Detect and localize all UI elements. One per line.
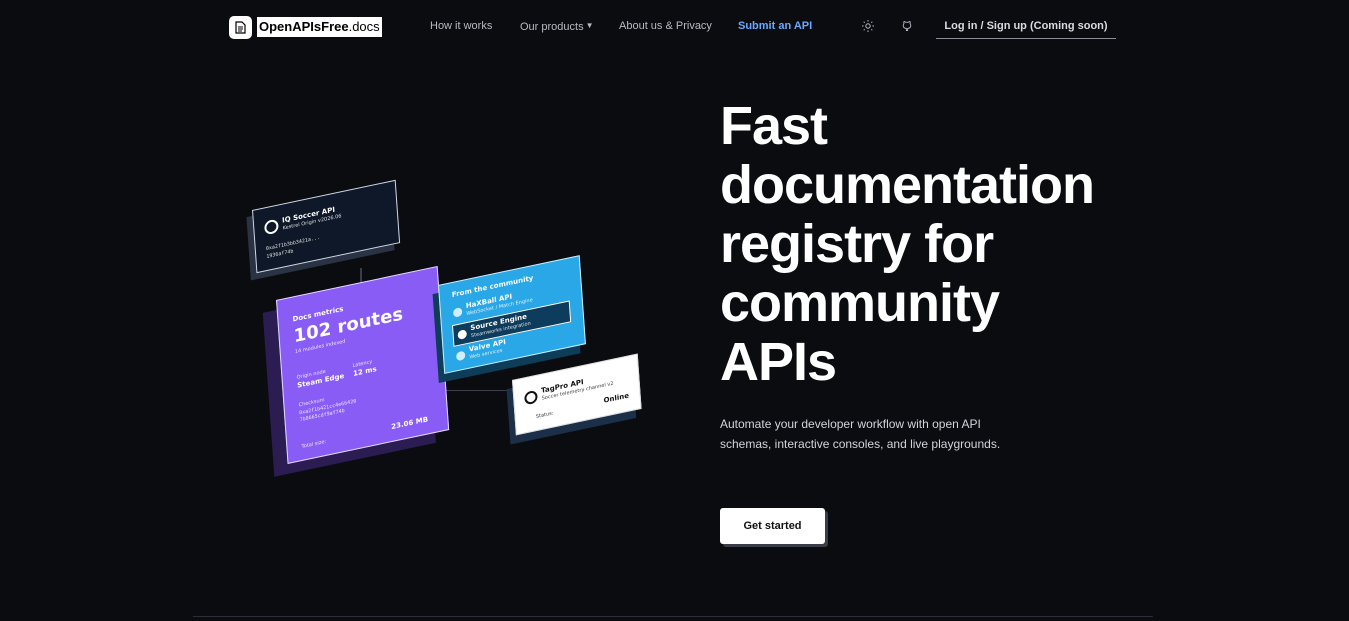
item-dot-icon bbox=[457, 328, 468, 340]
headline-line: documentation bbox=[720, 155, 1095, 215]
item-dot-icon bbox=[455, 350, 466, 361]
github-icon[interactable] bbox=[900, 19, 914, 33]
nav-submit-api[interactable]: Submit an API bbox=[738, 19, 812, 33]
api-logo-icon bbox=[523, 389, 538, 405]
nav-about-privacy[interactable]: About us & Privacy bbox=[619, 19, 712, 33]
hero-subtitle: Automate your developer workflow with op… bbox=[720, 417, 1001, 451]
size-label: Total size: bbox=[301, 438, 327, 450]
top-nav: OpenAPIsFree.docs How it works Our produ… bbox=[0, 0, 1349, 52]
logo[interactable]: OpenAPIsFree.docs bbox=[257, 17, 382, 37]
headline-line: Fast bbox=[720, 96, 828, 156]
tagpro-header: TagPro API Soccer telemetry channel v2 bbox=[523, 372, 614, 406]
hero-headline: Fast documentation registry for communit… bbox=[720, 97, 1140, 392]
logo-suffix: .docs bbox=[348, 19, 380, 34]
item-dot-icon bbox=[452, 306, 463, 318]
community-card: From the community HaXBall API WebSocket … bbox=[438, 255, 586, 374]
headline-line: community bbox=[720, 273, 1000, 333]
caret-down-icon: ▼ bbox=[585, 21, 594, 30]
login-signup-button[interactable]: Log in / Sign up (Coming soon) bbox=[936, 18, 1116, 39]
section-divider bbox=[193, 616, 1153, 617]
document-icon[interactable] bbox=[229, 16, 252, 39]
sun-icon[interactable] bbox=[861, 19, 875, 33]
soccer-header: IQ Soccer API Kestrel Origin v2026.06 bbox=[263, 204, 342, 236]
connector-line bbox=[436, 390, 516, 391]
status-badge: Online bbox=[603, 391, 630, 405]
headline-line: registry for bbox=[720, 214, 994, 274]
status-label: Status: bbox=[535, 410, 554, 421]
soccer-api-card: IQ Soccer API Kestrel Origin v2026.06 0x… bbox=[252, 179, 401, 274]
hero-illustration: IQ Soccer API Kestrel Origin v2026.06 0x… bbox=[240, 179, 660, 480]
docs-metrics-card: Docs metrics 102 routes 14 modules index… bbox=[276, 265, 450, 464]
nav-our-products-label: Our products bbox=[520, 21, 584, 33]
nav-how-it-works[interactable]: How it works bbox=[430, 19, 492, 33]
nav-our-products[interactable]: Our products ▼ bbox=[520, 19, 594, 34]
get-started-button[interactable]: Get started bbox=[720, 508, 825, 544]
logo-bold: OpenAPIsFree bbox=[259, 19, 349, 34]
tagpro-card: TagPro API Soccer telemetry channel v2 S… bbox=[512, 353, 642, 436]
headline-line: APIs bbox=[720, 332, 837, 392]
api-logo-icon bbox=[263, 218, 279, 236]
size-value: 23.06 MB bbox=[390, 415, 429, 432]
